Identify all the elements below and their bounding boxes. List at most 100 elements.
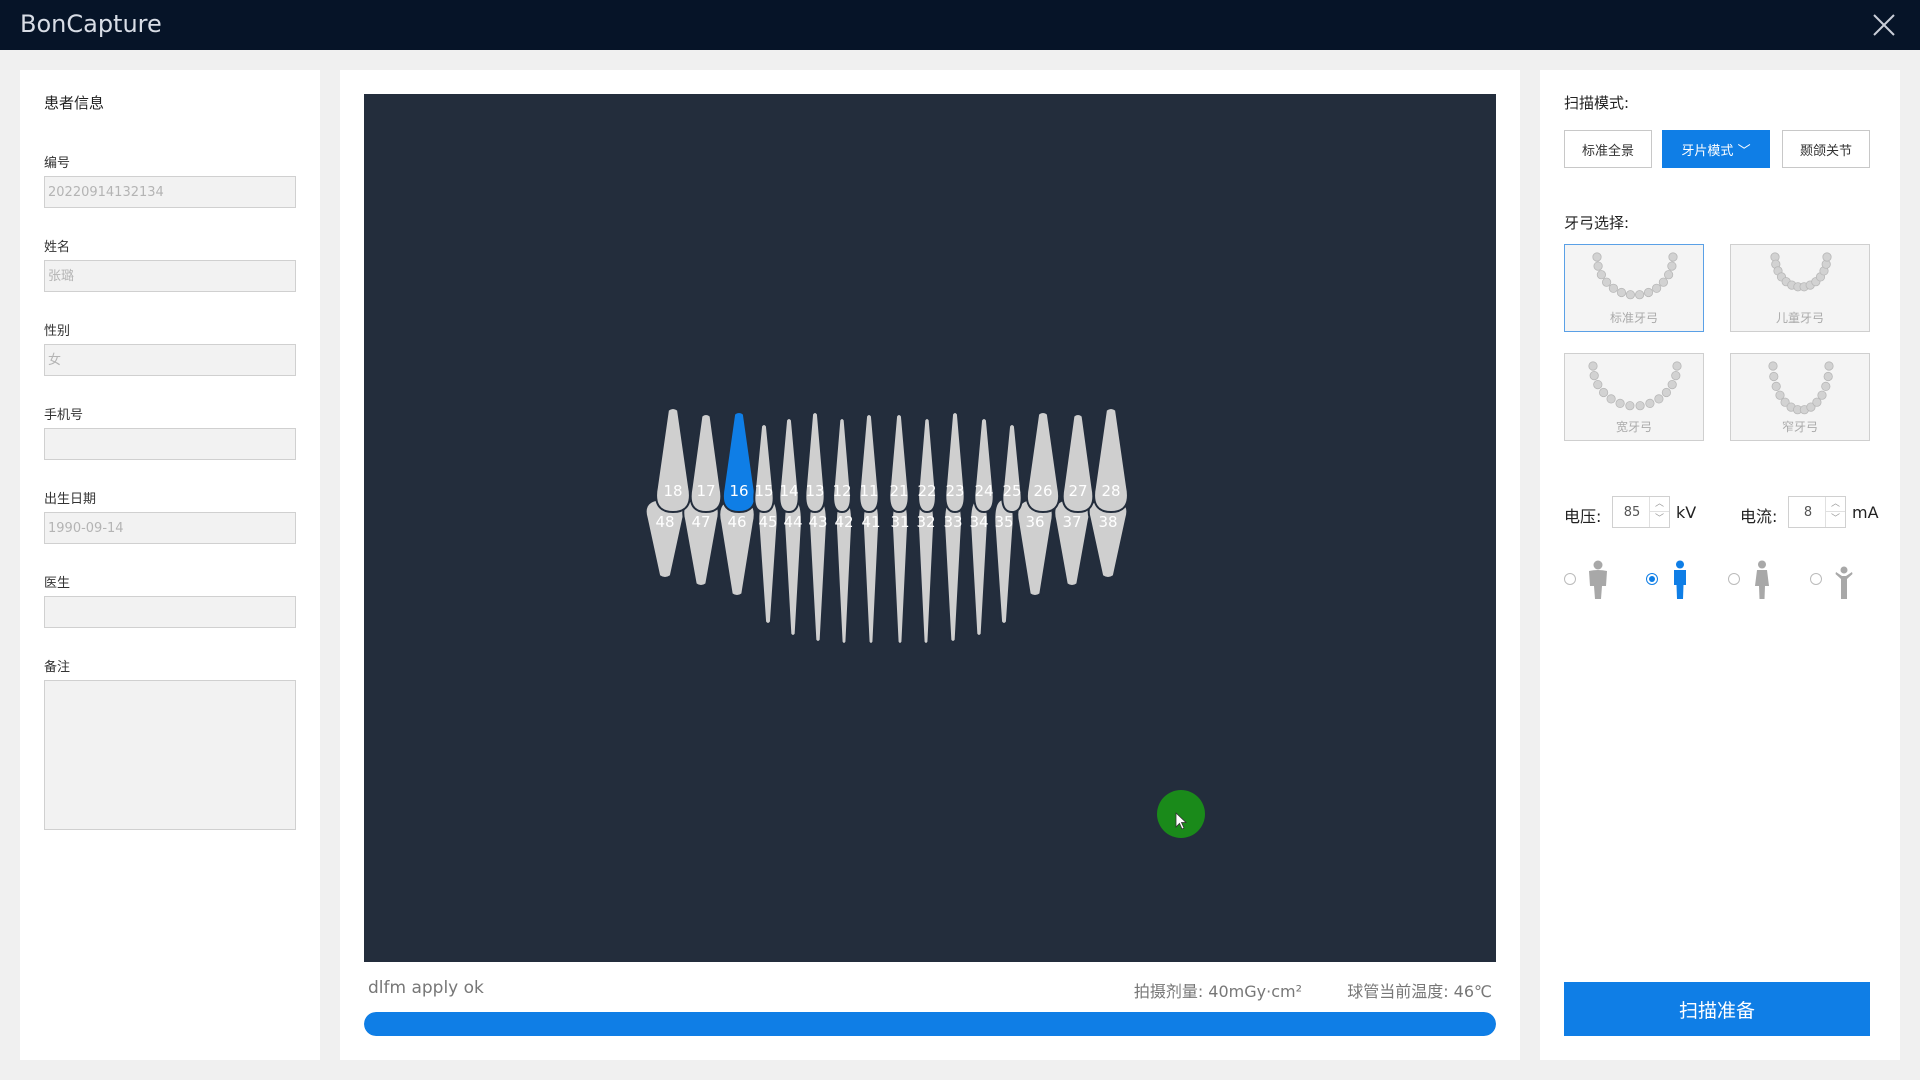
adult-icon xyxy=(1674,560,1686,599)
tooth-36[interactable]: 36 xyxy=(1016,497,1054,597)
voltage-decrement-icon[interactable]: ﹀ xyxy=(1649,512,1669,527)
tooth-45[interactable]: 45 xyxy=(757,497,779,625)
body-type-small-radio[interactable] xyxy=(1728,573,1740,585)
tooth-21[interactable]: 21 xyxy=(888,413,910,514)
tooth-34[interactable]: 34 xyxy=(969,497,989,637)
arch-tooth-mark xyxy=(1667,261,1677,271)
tooth-16[interactable]: 16 xyxy=(721,411,757,514)
tooth-number: 27 xyxy=(1068,482,1087,500)
tooth-27[interactable]: 27 xyxy=(1061,413,1095,514)
tooth-46[interactable]: 46 xyxy=(718,497,756,597)
tooth-23[interactable]: 23 xyxy=(944,411,966,514)
large-adult-icon xyxy=(1589,560,1607,599)
mode-tooth-film-button[interactable]: 牙片模式 ﹀ xyxy=(1662,130,1770,168)
tooth-number: 35 xyxy=(994,513,1013,531)
tooth-32[interactable]: 32 xyxy=(916,497,936,645)
tooth-33[interactable]: 33 xyxy=(943,497,963,643)
dental-chart-viewer: 48 47 46 45 44 43 42 41 31 32 33 34 35 36 37 38 18 17 16 15… xyxy=(364,94,1496,962)
id-label: 编号 xyxy=(44,156,71,171)
tooth-42[interactable]: 42 xyxy=(834,497,854,645)
child-icon xyxy=(1835,566,1853,599)
tooth-24[interactable]: 24 xyxy=(973,417,995,514)
arch-child-card[interactable]: 儿童牙弓 xyxy=(1730,244,1870,332)
notes-field[interactable] xyxy=(44,680,296,830)
voltage-input[interactable] xyxy=(1613,497,1651,527)
tooth-number: 22 xyxy=(917,482,936,500)
tooth-17[interactable]: 17 xyxy=(689,413,723,514)
arch-tooth-mark xyxy=(1589,371,1599,381)
mode-tmj-button[interactable]: 颞颌关节 xyxy=(1782,130,1870,168)
body-type-adult-radio[interactable] xyxy=(1646,573,1658,585)
tooth-number: 26 xyxy=(1033,482,1052,500)
tooth-43[interactable]: 43 xyxy=(808,497,828,643)
voltage-increment-icon[interactable]: ︿ xyxy=(1649,497,1669,512)
tooth-26[interactable]: 26 xyxy=(1025,411,1061,514)
arch-tooth-mark xyxy=(1654,394,1664,404)
tooth-number: 48 xyxy=(655,513,674,531)
tooth-number: 18 xyxy=(663,482,682,500)
tooth-number: 37 xyxy=(1062,513,1081,531)
arch-narrow-card[interactable]: 窄牙弓 xyxy=(1730,353,1870,441)
tooth-number: 46 xyxy=(727,513,746,531)
arch-tooth-mark xyxy=(1596,270,1607,280)
tooth-22[interactable]: 22 xyxy=(917,417,937,514)
tooth-number: 15 xyxy=(754,482,773,500)
arch-tooth-mark xyxy=(1824,361,1834,371)
gender-field[interactable] xyxy=(44,344,296,376)
name-field[interactable] xyxy=(44,260,296,292)
tooth-number: 32 xyxy=(916,513,935,531)
tooth-41[interactable]: 41 xyxy=(861,497,881,645)
tooth-13[interactable]: 13 xyxy=(804,411,826,514)
arch-tooth-mark xyxy=(1822,252,1832,262)
phone-field[interactable] xyxy=(44,428,296,460)
birthdate-field[interactable] xyxy=(44,512,296,544)
tooth-15[interactable]: 15 xyxy=(753,423,775,514)
mode-standard-panoramic-button[interactable]: 标准全景 xyxy=(1564,130,1652,168)
tooth-number: 34 xyxy=(969,513,988,531)
body-type-large-radio[interactable] xyxy=(1564,573,1576,585)
arch-tooth-mark xyxy=(1615,398,1625,409)
doctor-field[interactable] xyxy=(44,596,296,628)
tooth-18[interactable]: 18 xyxy=(655,407,691,514)
app-title: BonCapture xyxy=(20,10,162,38)
doctor-label: 医生 xyxy=(44,576,71,591)
arch-tooth-mark xyxy=(1667,380,1677,390)
tooth-14[interactable]: 14 xyxy=(778,417,800,514)
tooth-11[interactable]: 11 xyxy=(858,413,880,514)
arch-standard-card[interactable]: 标准牙弓 xyxy=(1564,244,1704,332)
voltage-stepper[interactable]: ︿ ﹀ xyxy=(1612,496,1670,528)
arch-tooth-mark xyxy=(1635,401,1645,411)
tooth-number: 21 xyxy=(889,482,908,500)
current-input[interactable] xyxy=(1789,497,1827,527)
scan-prepare-button[interactable]: 扫描准备 xyxy=(1564,982,1870,1036)
body-type-child-radio[interactable] xyxy=(1810,573,1822,585)
current-increment-icon[interactable]: ︿ xyxy=(1825,497,1845,512)
small-adult-icon xyxy=(1755,560,1769,599)
id-field[interactable] xyxy=(44,176,296,208)
current-unit: mA xyxy=(1852,503,1879,522)
arch-tooth-mark xyxy=(1606,394,1616,404)
arch-tooth-mark xyxy=(1608,283,1619,293)
title-bar: BonCapture xyxy=(0,0,1920,50)
arch-select-heading: 牙弓选择: xyxy=(1564,214,1630,232)
arch-tooth-mark xyxy=(1645,398,1655,409)
tooth-number: 31 xyxy=(890,513,909,531)
tooth-35[interactable]: 35 xyxy=(993,497,1015,625)
arch-tooth-mark xyxy=(1821,381,1831,392)
arch-tooth-mark xyxy=(1817,390,1827,400)
current-decrement-icon[interactable]: ﹀ xyxy=(1825,512,1845,527)
tooth-chart: 48 47 46 45 44 43 42 41 31 32 33 34 35 36 37 38 18 17 16 15… xyxy=(644,407,1129,645)
tooth-12[interactable]: 12 xyxy=(832,417,852,514)
patient-info-panel: 患者信息 编号 姓名 性别 手机号 出生日期 医生 备注 xyxy=(20,70,320,1060)
arch-tooth-mark xyxy=(1672,361,1682,371)
tooth-28[interactable]: 28 xyxy=(1093,407,1129,514)
current-stepper[interactable]: ︿ ﹀ xyxy=(1788,496,1846,528)
tooth-31[interactable]: 31 xyxy=(890,497,910,645)
arch-wide-card[interactable]: 宽牙弓 xyxy=(1564,353,1704,441)
tooth-number: 16 xyxy=(729,482,748,500)
tooth-44[interactable]: 44 xyxy=(783,497,803,637)
tooth-25[interactable]: 25 xyxy=(1001,423,1023,514)
arch-tooth-mark xyxy=(1616,287,1627,298)
mode-tooth-film-label: 牙片模式 xyxy=(1681,143,1734,159)
close-icon[interactable] xyxy=(1870,11,1898,39)
